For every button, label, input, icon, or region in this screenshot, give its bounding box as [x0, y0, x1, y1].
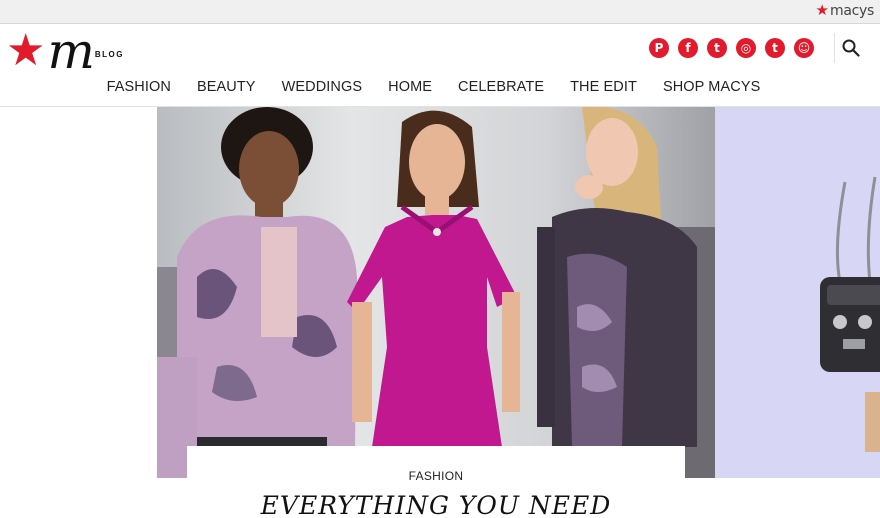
nav-item-home[interactable]: HOME	[375, 79, 445, 95]
next-slide-panel[interactable]	[715, 107, 880, 478]
article-category[interactable]: FASHION	[187, 469, 685, 483]
nav-item-shop-macys[interactable]: SHOP MACYS	[650, 79, 773, 95]
facebook-icon[interactable]: f	[678, 38, 698, 58]
brand-star-icon: ★	[6, 26, 46, 75]
hero-illustration	[157, 107, 715, 478]
nav-item-weddings[interactable]: WEDDINGS	[269, 79, 376, 95]
article-title[interactable]: EVERYTHING YOU NEED	[187, 491, 685, 518]
hero-image[interactable]	[157, 107, 715, 478]
featured-article-card[interactable]: FASHION EVERYTHING YOU NEED	[187, 446, 685, 518]
handbag-illustration	[715, 107, 880, 478]
brand-logo-tag: BLOG	[94, 50, 124, 59]
search-icon[interactable]	[842, 39, 860, 57]
twitter-icon[interactable]: t	[707, 38, 727, 58]
macys-logo-text: macys	[830, 3, 874, 19]
snapchat-icon[interactable]: ☺	[794, 38, 814, 58]
social-links: P f t ◎ t ☺	[649, 38, 814, 58]
nav-item-beauty[interactable]: BEAUTY	[184, 79, 269, 95]
macys-star-icon: ★	[815, 2, 829, 19]
top-utility-bar: ★ macys	[0, 0, 880, 24]
tumblr-icon[interactable]: t	[765, 38, 785, 58]
nav-item-the-edit[interactable]: THE EDIT	[557, 79, 650, 95]
nav-item-celebrate[interactable]: CELEBRATE	[445, 79, 557, 95]
blog-logo[interactable]: ★ m BLOG	[6, 22, 124, 80]
brand-logo-letter: m	[47, 22, 94, 80]
header-divider	[834, 33, 835, 63]
pinterest-icon[interactable]: P	[649, 38, 669, 58]
nav-item-fashion[interactable]: FASHION	[107, 79, 184, 95]
macys-logo-link[interactable]: ★ macys	[815, 2, 875, 20]
site-header: ★ m BLOG P f t ◎ t ☺ FASHION BEAUTY WEDD…	[0, 25, 880, 107]
instagram-icon[interactable]: ◎	[736, 38, 756, 58]
main-nav: FASHION BEAUTY WEDDINGS HOME CELEBRATE T…	[0, 79, 880, 95]
